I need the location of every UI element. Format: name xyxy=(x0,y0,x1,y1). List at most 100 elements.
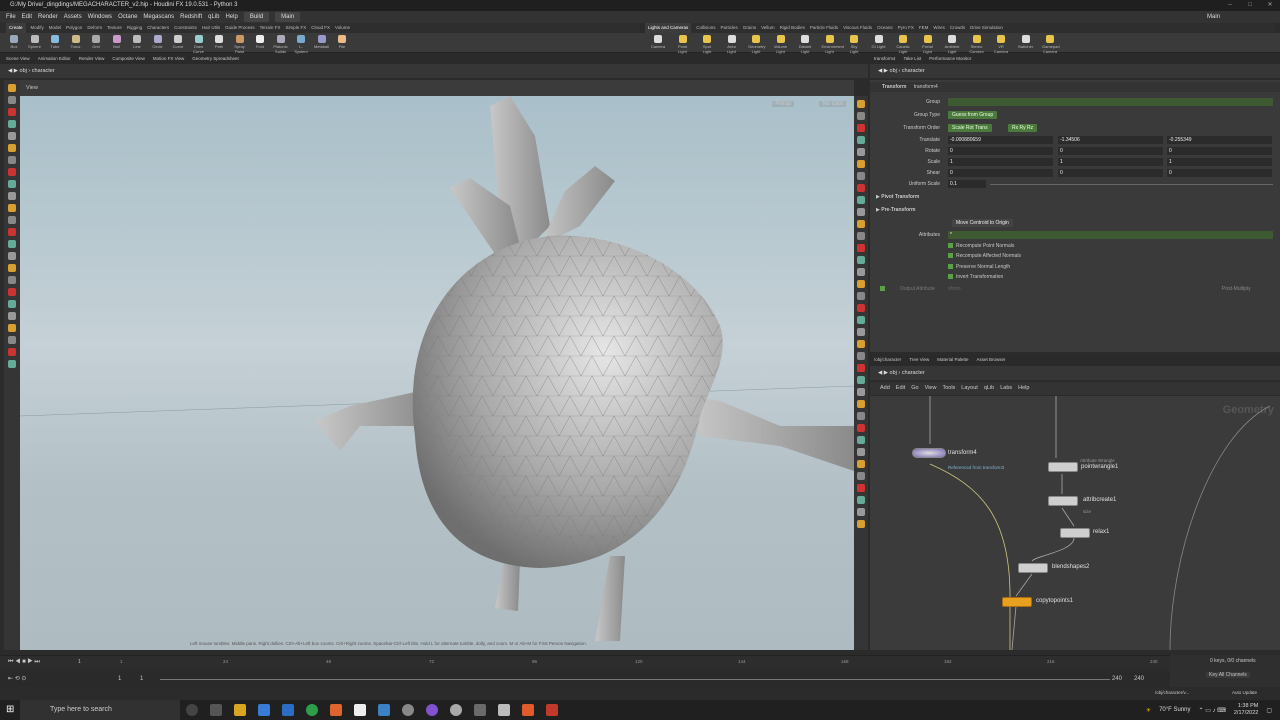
app-icon-3[interactable] xyxy=(450,704,462,716)
scene-viewport[interactable]: Persp No cam xyxy=(19,96,855,650)
righttool-tool-icon[interactable] xyxy=(857,244,865,252)
righttool-tool-icon[interactable] xyxy=(857,484,865,492)
shelf-tab-6[interactable]: Rigging xyxy=(127,23,142,33)
viewer-tab-3[interactable]: Composite View xyxy=(112,54,144,64)
shelf-tab-right-6[interactable]: Particle Fluids xyxy=(810,23,838,33)
windows-start-icon[interactable]: ⊞ xyxy=(6,704,14,715)
range-end-2[interactable]: 240 xyxy=(1134,676,1144,682)
net-path-obj[interactable]: obj xyxy=(890,370,897,376)
menu-assets[interactable]: Assets xyxy=(64,14,82,20)
persp-menu[interactable]: Persp xyxy=(772,101,794,107)
righttool-tool-icon[interactable] xyxy=(857,148,865,156)
shelf-light-tool-1[interactable]: Point Light xyxy=(675,35,691,54)
timeline[interactable]: ⏮ ◀ ■ ▶ ⏭ 1 1 24 48 72 96 120 144 168 192 216 240 xyxy=(0,655,1170,669)
close-icon[interactable]: ✕ xyxy=(1260,0,1280,11)
scale-x[interactable]: 1 xyxy=(948,158,1053,166)
frame-range-bar[interactable]: ⇤ ⟲ ⊙ 1 1 240 240 xyxy=(0,672,1170,686)
range-slider[interactable] xyxy=(160,679,1110,680)
back-icon[interactable]: ◀ ▶ xyxy=(878,68,890,74)
lefttool-tool-icon[interactable] xyxy=(8,216,16,224)
network-tab-3[interactable]: Asset Browser xyxy=(977,355,1006,365)
righttool-tool-icon[interactable] xyxy=(857,412,865,420)
node-name-field[interactable]: transform4 xyxy=(914,84,938,90)
notification-icon[interactable]: ▢ xyxy=(1266,707,1272,714)
shelf-tool-2[interactable]: Tube xyxy=(47,35,63,49)
path-character[interactable]: character xyxy=(32,68,55,74)
shelf-light-tool-5[interactable]: Volume Light xyxy=(773,35,789,54)
righttool-tool-icon[interactable] xyxy=(857,136,865,144)
auto-update[interactable]: Auto Update xyxy=(1232,690,1257,695)
shelf-tool-6[interactable]: Line xyxy=(129,35,145,49)
lefttool-tool-icon[interactable] xyxy=(8,84,16,92)
lefttool-tool-icon[interactable] xyxy=(8,96,16,104)
node-blendshapes2[interactable] xyxy=(1018,563,1048,573)
checkbox-icon[interactable] xyxy=(948,243,953,249)
shelf-tool-9[interactable]: Draw Curve xyxy=(191,35,207,54)
check-recompute-point-normals[interactable]: Recompute Point Normals xyxy=(948,241,1280,251)
shelf-tool-10[interactable]: Path xyxy=(211,35,227,49)
shelf-light-tool-9[interactable]: GI Light xyxy=(871,35,887,49)
shear-z[interactable]: 0 xyxy=(1167,169,1272,177)
network-editor[interactable]: Geometry transform4 Referenced from tran… xyxy=(870,396,1280,650)
lefttool-tool-icon[interactable] xyxy=(8,360,16,368)
righttool-tool-icon[interactable] xyxy=(857,280,865,288)
clock[interactable]: 1:38 PM 2/17/2022 xyxy=(1234,703,1258,717)
shelf-tool-11[interactable]: Spray Paint xyxy=(232,35,248,54)
network-menu-item-4[interactable]: Tools xyxy=(942,382,955,395)
checkbox-icon[interactable] xyxy=(948,253,953,259)
check-invert-transformation[interactable]: Invert Transformation xyxy=(948,272,1280,282)
shelf-tab-3[interactable]: Polygon xyxy=(66,23,82,33)
lefttool-tool-icon[interactable] xyxy=(8,204,16,212)
shelf-light-tool-11[interactable]: Portal Light xyxy=(920,35,936,54)
shelf-tab-right-8[interactable]: Oceans xyxy=(877,23,893,33)
viewer-tab-0[interactable]: Scene View xyxy=(6,54,30,64)
playback-controls[interactable]: ⏮ ◀ ■ ▶ ⏭ xyxy=(8,659,40,666)
shelf-light-tool-16[interactable]: Gamepad Camera xyxy=(1042,35,1060,54)
shelf-tab-12[interactable]: Simple FX xyxy=(285,23,306,33)
righttool-tool-icon[interactable] xyxy=(857,472,865,480)
shelf-tab-9[interactable]: Hair Utils xyxy=(202,23,220,33)
shelf-light-tool-4[interactable]: Geometry Light xyxy=(748,35,766,54)
network-menu-item-5[interactable]: Layout xyxy=(961,382,978,395)
range-start[interactable]: 1 xyxy=(118,676,121,682)
righttool-tool-icon[interactable] xyxy=(857,424,865,432)
menu-help[interactable]: Help xyxy=(225,14,237,20)
shelf-light-tool-3[interactable]: Area Light xyxy=(724,35,740,54)
translate-z[interactable]: -0.255349 xyxy=(1167,136,1272,144)
shelf-light-tool-14[interactable]: VR Camera xyxy=(993,35,1009,54)
desktop-build[interactable]: Build xyxy=(243,12,270,22)
viewer-tab-2[interactable]: Render View xyxy=(79,54,105,64)
shelf-light-tool-15[interactable]: Switcher xyxy=(1018,35,1034,49)
output-attribute-field[interactable]: xform xyxy=(948,284,961,294)
shelf-tab-right-7[interactable]: Viscous Fluids xyxy=(843,23,872,33)
group-field[interactable] xyxy=(948,98,1273,106)
transform-order-menu[interactable]: Scale Rot Trans xyxy=(948,124,992,132)
shelf-light-tool-10[interactable]: Caustic Light xyxy=(895,35,911,54)
network-menu-item-3[interactable]: View xyxy=(925,382,937,395)
righttool-tool-icon[interactable] xyxy=(857,340,865,348)
node-attribcreate1[interactable] xyxy=(1048,496,1078,506)
app-icon-2[interactable] xyxy=(402,704,414,716)
shelf-tab-7[interactable]: Characters xyxy=(147,23,169,33)
checkbox-icon[interactable] xyxy=(948,274,953,280)
lefttool-tool-icon[interactable] xyxy=(8,348,16,356)
attributes-field[interactable]: * xyxy=(948,231,1273,239)
param-tab-2[interactable]: Performance Monitor xyxy=(929,54,971,64)
lefttool-tool-icon[interactable] xyxy=(8,120,16,128)
houdini-2-icon[interactable] xyxy=(522,704,534,716)
shelf-tab-right-2[interactable]: Particles xyxy=(721,23,738,33)
righttool-tool-icon[interactable] xyxy=(857,100,865,108)
desktop-main[interactable]: Main xyxy=(275,12,301,22)
shelf-tool-8[interactable]: Curve xyxy=(170,35,186,49)
camera-menu[interactable]: No cam xyxy=(819,101,846,107)
uniform-scale-slider[interactable] xyxy=(990,184,1273,185)
righttool-tool-icon[interactable] xyxy=(857,268,865,276)
viewer-tab-1[interactable]: Animation Editor xyxy=(38,54,71,64)
shelf-tab-11[interactable]: Terrain FX xyxy=(260,23,281,33)
shelf-tool-15[interactable]: Metaball xyxy=(314,35,330,49)
translate-x[interactable]: -0.000880659 xyxy=(948,136,1053,144)
app-icon-4[interactable] xyxy=(474,704,486,716)
righttool-tool-icon[interactable] xyxy=(857,220,865,228)
range-end[interactable]: 240 xyxy=(1112,676,1122,682)
menu-octane[interactable]: Octane xyxy=(118,14,137,20)
